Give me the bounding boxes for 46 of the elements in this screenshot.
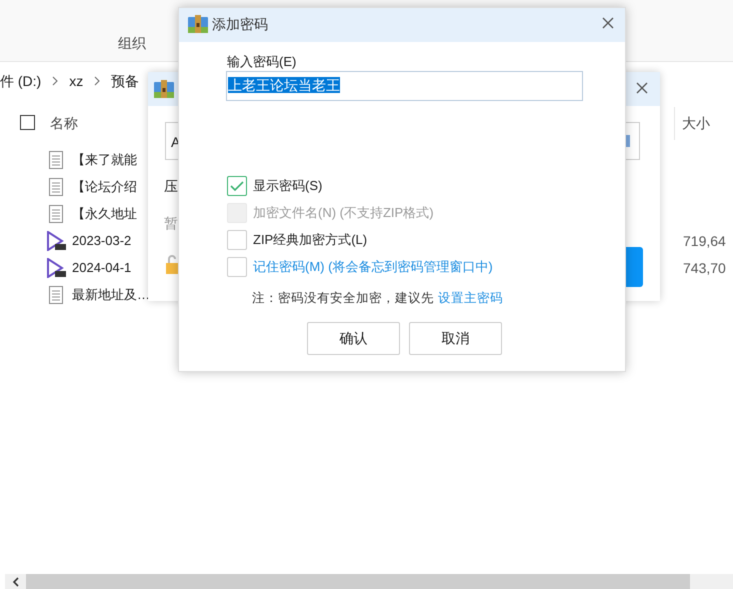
document-icon bbox=[49, 286, 63, 304]
confirm-button[interactable]: 确认 bbox=[307, 322, 400, 355]
lock-icon bbox=[166, 254, 178, 274]
video-file-icon bbox=[46, 258, 66, 278]
file-name[interactable]: 【永久地址 bbox=[72, 204, 137, 224]
close-icon[interactable] bbox=[636, 82, 648, 94]
breadcrumb-item[interactable]: 预备 bbox=[111, 70, 140, 92]
dialog-label: 暂 bbox=[164, 214, 178, 233]
ribbon-group-label: 组织 bbox=[118, 34, 146, 53]
window-title: 添加密码 bbox=[212, 15, 268, 34]
note-text: 注：密码没有安全加密，建议先 bbox=[252, 290, 434, 307]
breadcrumb-item[interactable]: xz bbox=[69, 70, 84, 92]
cancel-button[interactable]: 取消 bbox=[409, 322, 502, 355]
file-name[interactable]: 2024-04-1 bbox=[72, 258, 132, 278]
archive-icon bbox=[154, 80, 174, 98]
chevron-icon bbox=[94, 76, 100, 86]
document-icon bbox=[49, 205, 63, 223]
option-label: 加密文件名(N) (不支持ZIP格式) bbox=[253, 204, 434, 222]
checkbox[interactable] bbox=[227, 176, 247, 196]
chevron-icon bbox=[52, 76, 58, 86]
video-file-icon bbox=[46, 231, 66, 251]
document-icon bbox=[49, 178, 63, 196]
select-all-checkbox[interactable] bbox=[20, 115, 35, 130]
option-label: ZIP经典加密方式(L) bbox=[253, 231, 368, 250]
file-name[interactable]: 最新地址及… bbox=[72, 285, 150, 305]
column-header[interactable]: 大小 bbox=[682, 113, 710, 134]
option-label: 显示密码(S) bbox=[253, 177, 322, 196]
file-name[interactable]: 2023-03-2 bbox=[72, 231, 132, 251]
scroll-left-icon[interactable] bbox=[12, 576, 20, 586]
checkbox[interactable] bbox=[227, 230, 247, 250]
breadcrumb-item[interactable]: 件 (D:) bbox=[0, 70, 42, 92]
column-header[interactable]: 名称 bbox=[50, 113, 78, 134]
file-name[interactable]: 【论坛介绍 bbox=[72, 177, 137, 197]
option-label[interactable]: 记住密码(M) (将会备忘到密码管理窗口中) bbox=[253, 257, 493, 277]
document-icon bbox=[49, 151, 63, 169]
file-name[interactable]: 【来了就能 bbox=[72, 150, 137, 170]
file-size: 719,64 bbox=[683, 232, 726, 251]
archive-icon bbox=[188, 15, 208, 33]
password-field[interactable]: 上老王论坛当老王 bbox=[226, 71, 583, 101]
dialog-label: 压 bbox=[164, 177, 178, 196]
set-master-password-link[interactable]: 设置主密码 bbox=[438, 289, 503, 308]
checkbox[interactable] bbox=[227, 257, 247, 277]
field-label: 输入密码(E) bbox=[227, 53, 296, 71]
close-icon[interactable] bbox=[602, 17, 614, 29]
file-size: 743,70 bbox=[683, 259, 726, 278]
check-icon bbox=[230, 180, 244, 192]
